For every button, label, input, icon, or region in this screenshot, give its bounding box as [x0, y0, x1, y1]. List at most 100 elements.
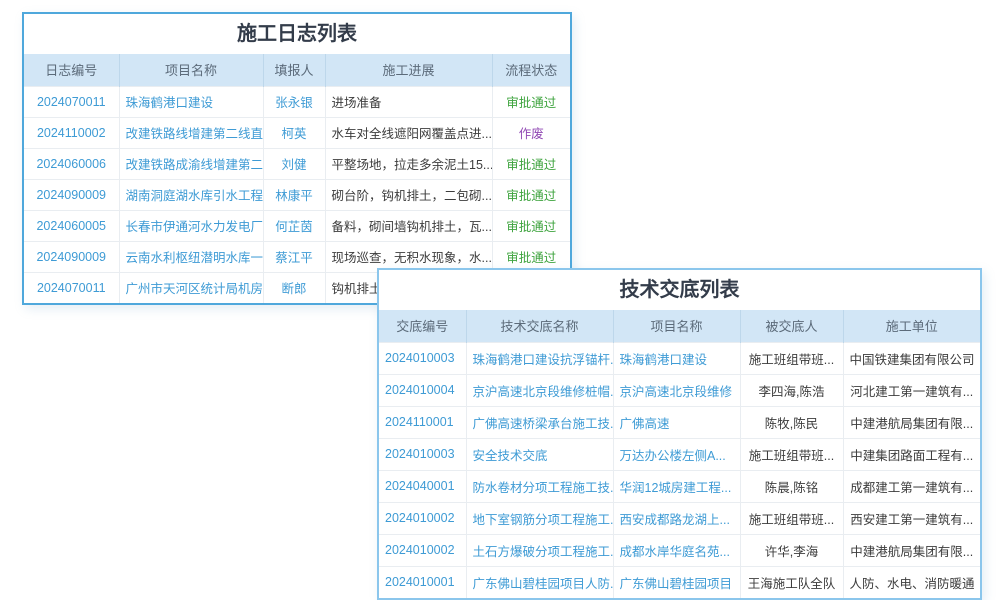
disclosure-name-link[interactable]: 京沪高速北京段维修桩帽...	[466, 374, 613, 406]
disclosure-id-link[interactable]: 2024010002	[379, 534, 466, 566]
project-name-link[interactable]: 云南水利枢纽潜明水库一...	[119, 241, 263, 272]
table-row: 2024060005 长春市伊通河水力发电厂... 何芷茵 备料，砌间墙钩机排土…	[24, 210, 570, 241]
table-row: 2024110002 改建铁路线增建第二线直... 柯英 水车对全线遮阳网覆盖点…	[24, 117, 570, 148]
construction-log-panel: 施工日志列表 日志编号 项目名称 填报人 施工进展 流程状态 202407001…	[22, 12, 572, 305]
disclosure-name-link[interactable]: 地下室钢筋分项工程施工...	[466, 502, 613, 534]
construction-unit-text: 成都建工第一建筑有...	[843, 470, 980, 502]
progress-text: 砌台阶，钩机排土，二包砌...	[325, 179, 492, 210]
table-row: 2024070011 珠海鹤港口建设 张永银 进场准备 审批通过	[24, 86, 570, 117]
reporter-link[interactable]: 蔡江平	[263, 241, 325, 272]
technical-disclosure-table: 交底编号 技术交底名称 项目名称 被交底人 施工单位 2024010003 珠海…	[379, 310, 980, 598]
disclosed-to-text: 王海施工队全队	[740, 566, 843, 598]
status-badge: 审批通过	[492, 148, 570, 179]
disclosure-id-link[interactable]: 2024010002	[379, 502, 466, 534]
disclosure-id-link[interactable]: 2024010003	[379, 438, 466, 470]
log-header-status: 流程状态	[492, 54, 570, 86]
disclosed-to-text: 李四海,陈浩	[740, 374, 843, 406]
disclosure-header-unit: 施工单位	[843, 310, 980, 342]
project-name-link[interactable]: 京沪高速北京段维修	[613, 374, 740, 406]
disclosure-name-link[interactable]: 安全技术交底	[466, 438, 613, 470]
project-name-link[interactable]: 成都水岸华庭名苑...	[613, 534, 740, 566]
disclosed-to-text: 施工班组带班...	[740, 502, 843, 534]
construction-unit-text: 河北建工第一建筑有...	[843, 374, 980, 406]
reporter-link[interactable]: 刘健	[263, 148, 325, 179]
reporter-link[interactable]: 柯英	[263, 117, 325, 148]
disclosure-name-link[interactable]: 广东佛山碧桂园项目人防...	[466, 566, 613, 598]
project-name-link[interactable]: 广东佛山碧桂园项目	[613, 566, 740, 598]
reporter-link[interactable]: 何芷茵	[263, 210, 325, 241]
disclosure-name-link[interactable]: 珠海鹤港口建设抗浮锚杆...	[466, 342, 613, 374]
project-name-link[interactable]: 珠海鹤港口建设	[613, 342, 740, 374]
disclosure-id-link[interactable]: 2024110001	[379, 406, 466, 438]
project-name-link[interactable]: 长春市伊通河水力发电厂...	[119, 210, 263, 241]
table-row: 2024040001 防水卷材分项工程施工技... 华润12城房建工程... 陈…	[379, 470, 980, 502]
disclosure-id-link[interactable]: 2024010004	[379, 374, 466, 406]
disclosure-id-link[interactable]: 2024040001	[379, 470, 466, 502]
disclosure-header-row: 交底编号 技术交底名称 项目名称 被交底人 施工单位	[379, 310, 980, 342]
disclosed-to-text: 许华,李海	[740, 534, 843, 566]
table-row: 2024010002 土石方爆破分项工程施工... 成都水岸华庭名苑... 许华…	[379, 534, 980, 566]
disclosed-to-text: 施工班组带班...	[740, 438, 843, 470]
table-row: 2024060006 改建铁路成渝线增建第二... 刘健 平整场地，拉走多余泥土…	[24, 148, 570, 179]
project-name-link[interactable]: 广佛高速	[613, 406, 740, 438]
log-id-link[interactable]: 2024060005	[24, 210, 119, 241]
disclosure-header-name: 技术交底名称	[466, 310, 613, 342]
project-name-link[interactable]: 湖南洞庭湖水库引水工程...	[119, 179, 263, 210]
log-id-link[interactable]: 2024090009	[24, 179, 119, 210]
reporter-link[interactable]: 张永银	[263, 86, 325, 117]
table-row: 2024010004 京沪高速北京段维修桩帽... 京沪高速北京段维修 李四海,…	[379, 374, 980, 406]
project-name-link[interactable]: 华润12城房建工程...	[613, 470, 740, 502]
reporter-link[interactable]: 林康平	[263, 179, 325, 210]
progress-text: 进场准备	[325, 86, 492, 117]
construction-log-table: 日志编号 项目名称 填报人 施工进展 流程状态 2024070011 珠海鹤港口…	[24, 54, 570, 303]
construction-unit-text: 中建港航局集团有限...	[843, 406, 980, 438]
disclosure-header-id: 交底编号	[379, 310, 466, 342]
log-id-link[interactable]: 2024060006	[24, 148, 119, 179]
table-row: 2024090009 湖南洞庭湖水库引水工程... 林康平 砌台阶，钩机排土，二…	[24, 179, 570, 210]
log-header-row: 日志编号 项目名称 填报人 施工进展 流程状态	[24, 54, 570, 86]
progress-text: 水车对全线遮阳网覆盖点进...	[325, 117, 492, 148]
disclosed-to-text: 陈牧,陈民	[740, 406, 843, 438]
technical-disclosure-panel: 技术交底列表 交底编号 技术交底名称 项目名称 被交底人 施工单位 202401…	[377, 268, 982, 600]
log-header-reporter: 填报人	[263, 54, 325, 86]
log-id-link[interactable]: 2024070011	[24, 86, 119, 117]
log-id-link[interactable]: 2024110002	[24, 117, 119, 148]
technical-disclosure-title: 技术交底列表	[379, 270, 980, 310]
table-row: 2024010003 珠海鹤港口建设抗浮锚杆... 珠海鹤港口建设 施工班组带班…	[379, 342, 980, 374]
project-name-link[interactable]: 改建铁路成渝线增建第二...	[119, 148, 263, 179]
construction-unit-text: 人防、水电、消防暖通	[843, 566, 980, 598]
status-badge: 审批通过	[492, 179, 570, 210]
progress-text: 备料，砌间墙钩机排土，瓦...	[325, 210, 492, 241]
table-row: 2024010002 地下室钢筋分项工程施工... 西安成都路龙湖上... 施工…	[379, 502, 980, 534]
disclosure-id-link[interactable]: 2024010001	[379, 566, 466, 598]
log-header-project: 项目名称	[119, 54, 263, 86]
construction-unit-text: 西安建工第一建筑有...	[843, 502, 980, 534]
reporter-link[interactable]: 断郎	[263, 272, 325, 303]
project-name-link[interactable]: 万达办公楼左侧A...	[613, 438, 740, 470]
disclosure-name-link[interactable]: 广佛高速桥梁承台施工技...	[466, 406, 613, 438]
disclosure-header-project: 项目名称	[613, 310, 740, 342]
project-name-link[interactable]: 广州市天河区统计局机房...	[119, 272, 263, 303]
table-row: 2024010001 广东佛山碧桂园项目人防... 广东佛山碧桂园项目 王海施工…	[379, 566, 980, 598]
disclosure-name-link[interactable]: 土石方爆破分项工程施工...	[466, 534, 613, 566]
progress-text: 平整场地，拉走多余泥土15...	[325, 148, 492, 179]
construction-log-title: 施工日志列表	[24, 14, 570, 54]
status-badge: 审批通过	[492, 210, 570, 241]
disclosure-header-disclosed-to: 被交底人	[740, 310, 843, 342]
table-row: 2024010003 安全技术交底 万达办公楼左侧A... 施工班组带班... …	[379, 438, 980, 470]
project-name-link[interactable]: 改建铁路线增建第二线直...	[119, 117, 263, 148]
disclosed-to-text: 陈晨,陈铭	[740, 470, 843, 502]
disclosure-id-link[interactable]: 2024010003	[379, 342, 466, 374]
construction-unit-text: 中建港航局集团有限...	[843, 534, 980, 566]
project-name-link[interactable]: 珠海鹤港口建设	[119, 86, 263, 117]
project-name-link[interactable]: 西安成都路龙湖上...	[613, 502, 740, 534]
log-header-id: 日志编号	[24, 54, 119, 86]
log-id-link[interactable]: 2024070011	[24, 272, 119, 303]
status-badge: 审批通过	[492, 86, 570, 117]
log-id-link[interactable]: 2024090009	[24, 241, 119, 272]
disclosure-name-link[interactable]: 防水卷材分项工程施工技...	[466, 470, 613, 502]
construction-unit-text: 中国铁建集团有限公司	[843, 342, 980, 374]
construction-unit-text: 中建集团路面工程有...	[843, 438, 980, 470]
status-badge: 作废	[492, 117, 570, 148]
disclosed-to-text: 施工班组带班...	[740, 342, 843, 374]
